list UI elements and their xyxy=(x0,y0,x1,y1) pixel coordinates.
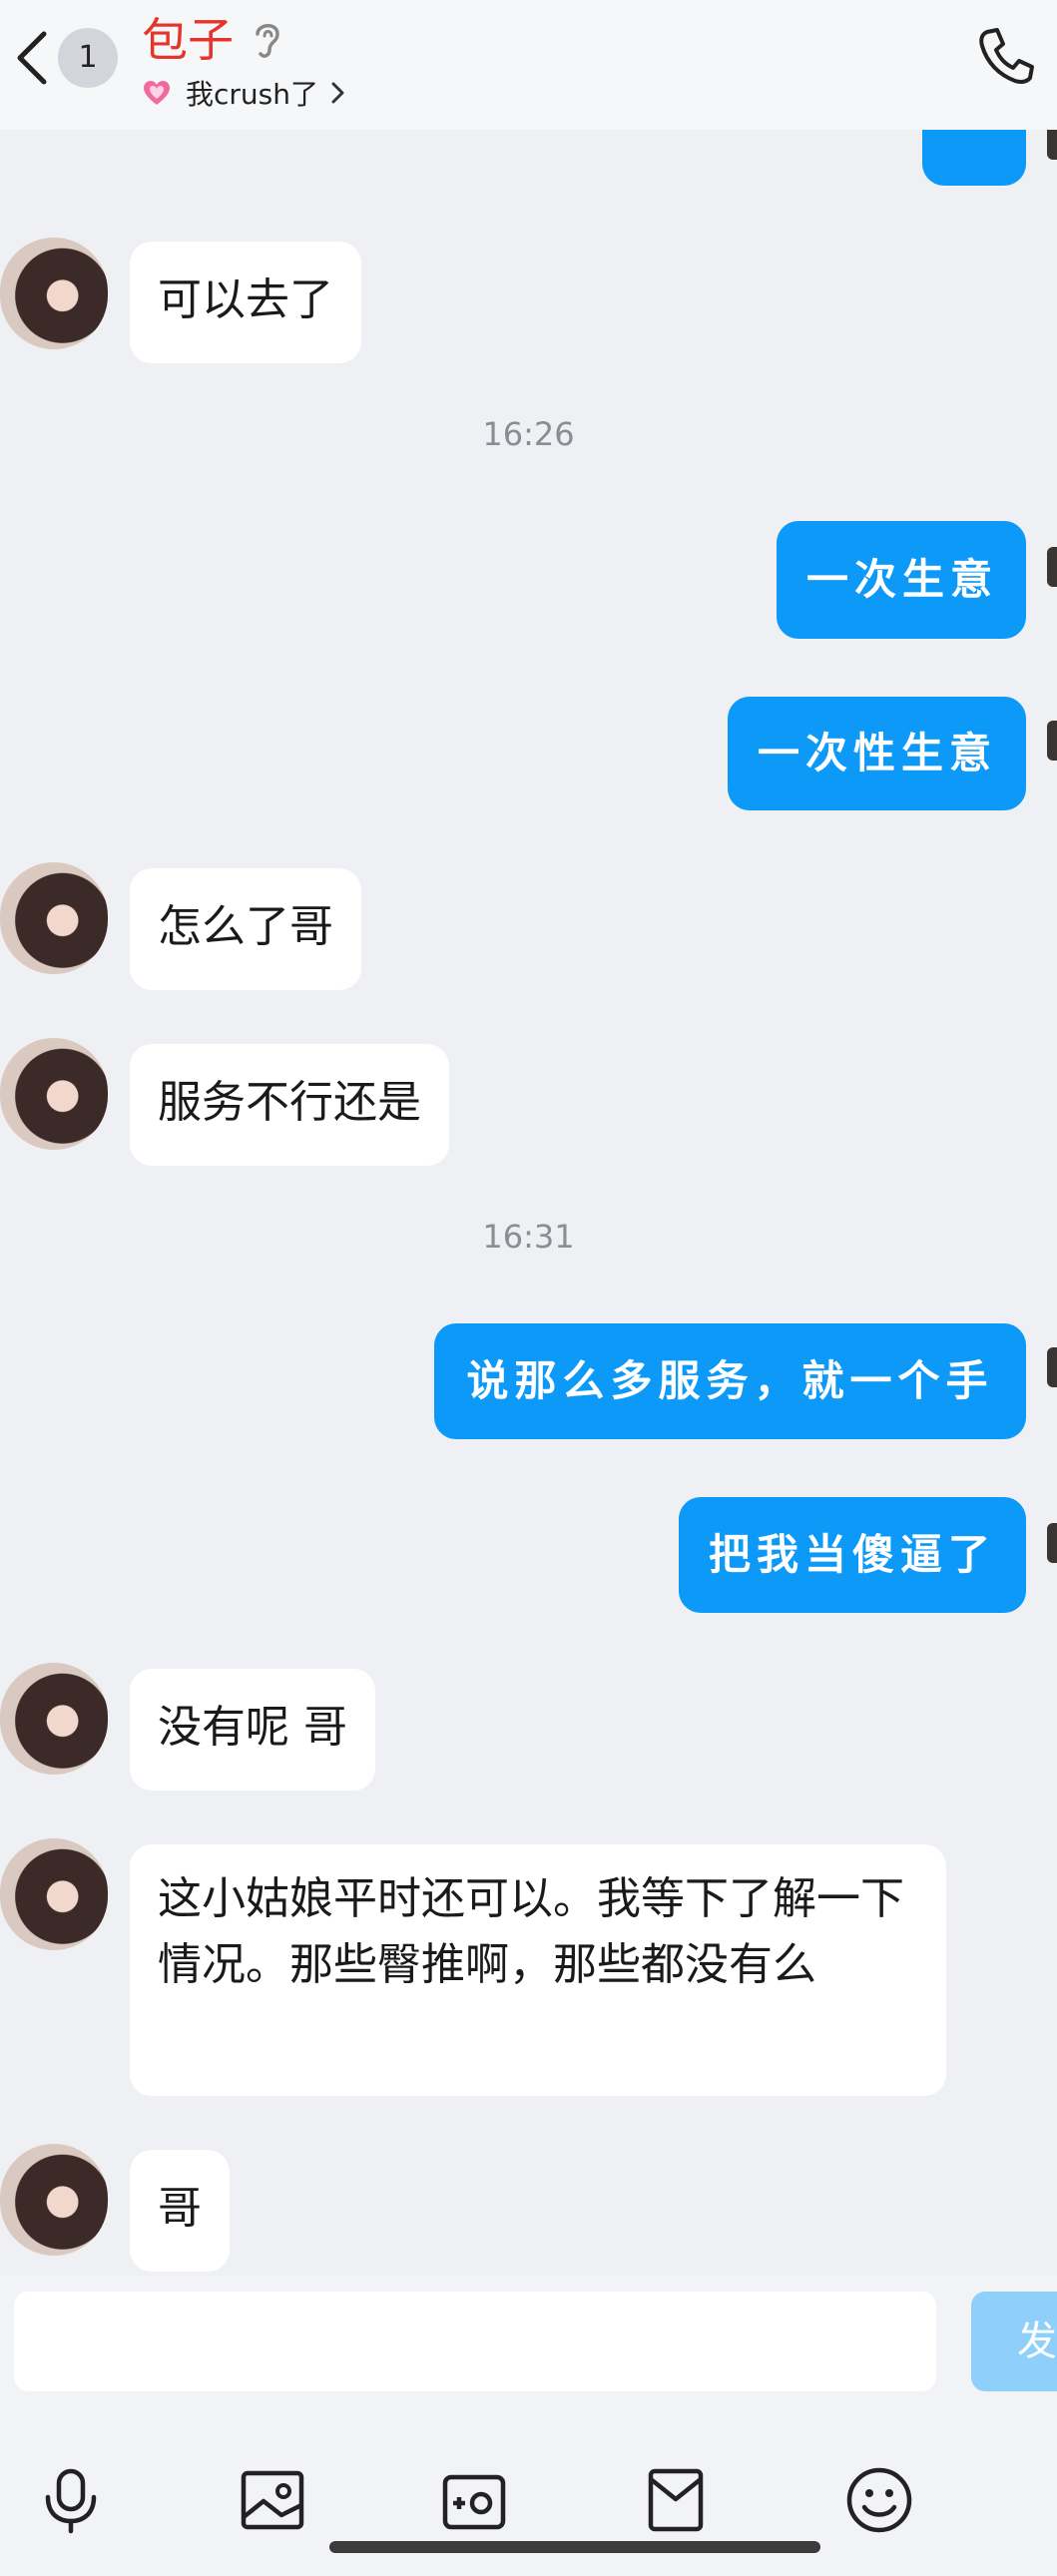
message-bubble-incoming[interactable]: 没有呢 哥 xyxy=(130,1669,375,1791)
status-text: 我crush了 xyxy=(186,78,318,111)
self-avatar xyxy=(1047,1523,1057,1563)
message-bubble-outgoing[interactable]: 一次性生意 xyxy=(728,697,1026,810)
message-bubble-incoming[interactable]: 可以去了 xyxy=(130,242,361,363)
contact-avatar[interactable] xyxy=(0,1838,108,1950)
timestamp: 16:26 xyxy=(482,415,575,453)
chevron-right-icon xyxy=(331,82,344,104)
message-bubble-outgoing[interactable]: 把我当傻逼了 xyxy=(679,1497,1026,1613)
send-button[interactable]: 发 xyxy=(971,2292,1057,2391)
phone-call-icon[interactable] xyxy=(977,26,1035,86)
message-bubble-incoming[interactable]: 哥 xyxy=(130,2150,230,2272)
unread-count-badge[interactable]: 1 xyxy=(58,28,118,88)
message-input[interactable] xyxy=(14,2292,936,2391)
back-arrow-icon[interactable] xyxy=(10,28,54,88)
self-avatar xyxy=(1047,721,1057,761)
image-icon[interactable] xyxy=(238,2465,307,2535)
contact-name[interactable]: 包子 xyxy=(142,8,234,72)
input-area: 发 xyxy=(0,2276,1057,2576)
self-avatar xyxy=(1047,1347,1057,1387)
heart-icon xyxy=(144,81,170,105)
relationship-status[interactable]: 我crush了 xyxy=(142,72,346,114)
camera-icon[interactable] xyxy=(439,2465,509,2535)
home-indicator xyxy=(329,2541,820,2553)
message-bubble-incoming[interactable]: 这小姑娘平时还可以。我等下了解一下情况。那些臀推啊，那些都没有么 xyxy=(130,1844,946,2096)
self-avatar xyxy=(1047,547,1057,587)
chat-header: 1 包子 我crush了 xyxy=(0,0,1057,130)
message-bubble-incoming[interactable]: 怎么了哥 xyxy=(130,868,361,990)
contact-avatar[interactable] xyxy=(0,2144,108,2256)
message-bubble-outgoing[interactable]: 说那么多服务，就一个手 xyxy=(434,1323,1026,1439)
timestamp: 16:31 xyxy=(482,1218,575,1256)
message-bubble-outgoing[interactable]: 一次生意 xyxy=(777,521,1026,639)
message-bubble-incoming[interactable]: 服务不行还是 xyxy=(130,1044,449,1166)
microphone-icon[interactable] xyxy=(36,2465,106,2535)
contact-avatar[interactable] xyxy=(0,238,108,349)
contact-avatar[interactable] xyxy=(0,1038,108,1150)
contact-avatar[interactable] xyxy=(0,862,108,974)
emoji-icon[interactable] xyxy=(844,2465,914,2535)
contact-avatar[interactable] xyxy=(0,1663,108,1775)
ear-icon xyxy=(256,24,279,58)
file-icon[interactable] xyxy=(641,2465,711,2535)
message-list[interactable]: 好 可以去了 16:26 一次生意 一次性生意 怎么了哥 服务不行还是 16:3… xyxy=(0,0,1057,2276)
